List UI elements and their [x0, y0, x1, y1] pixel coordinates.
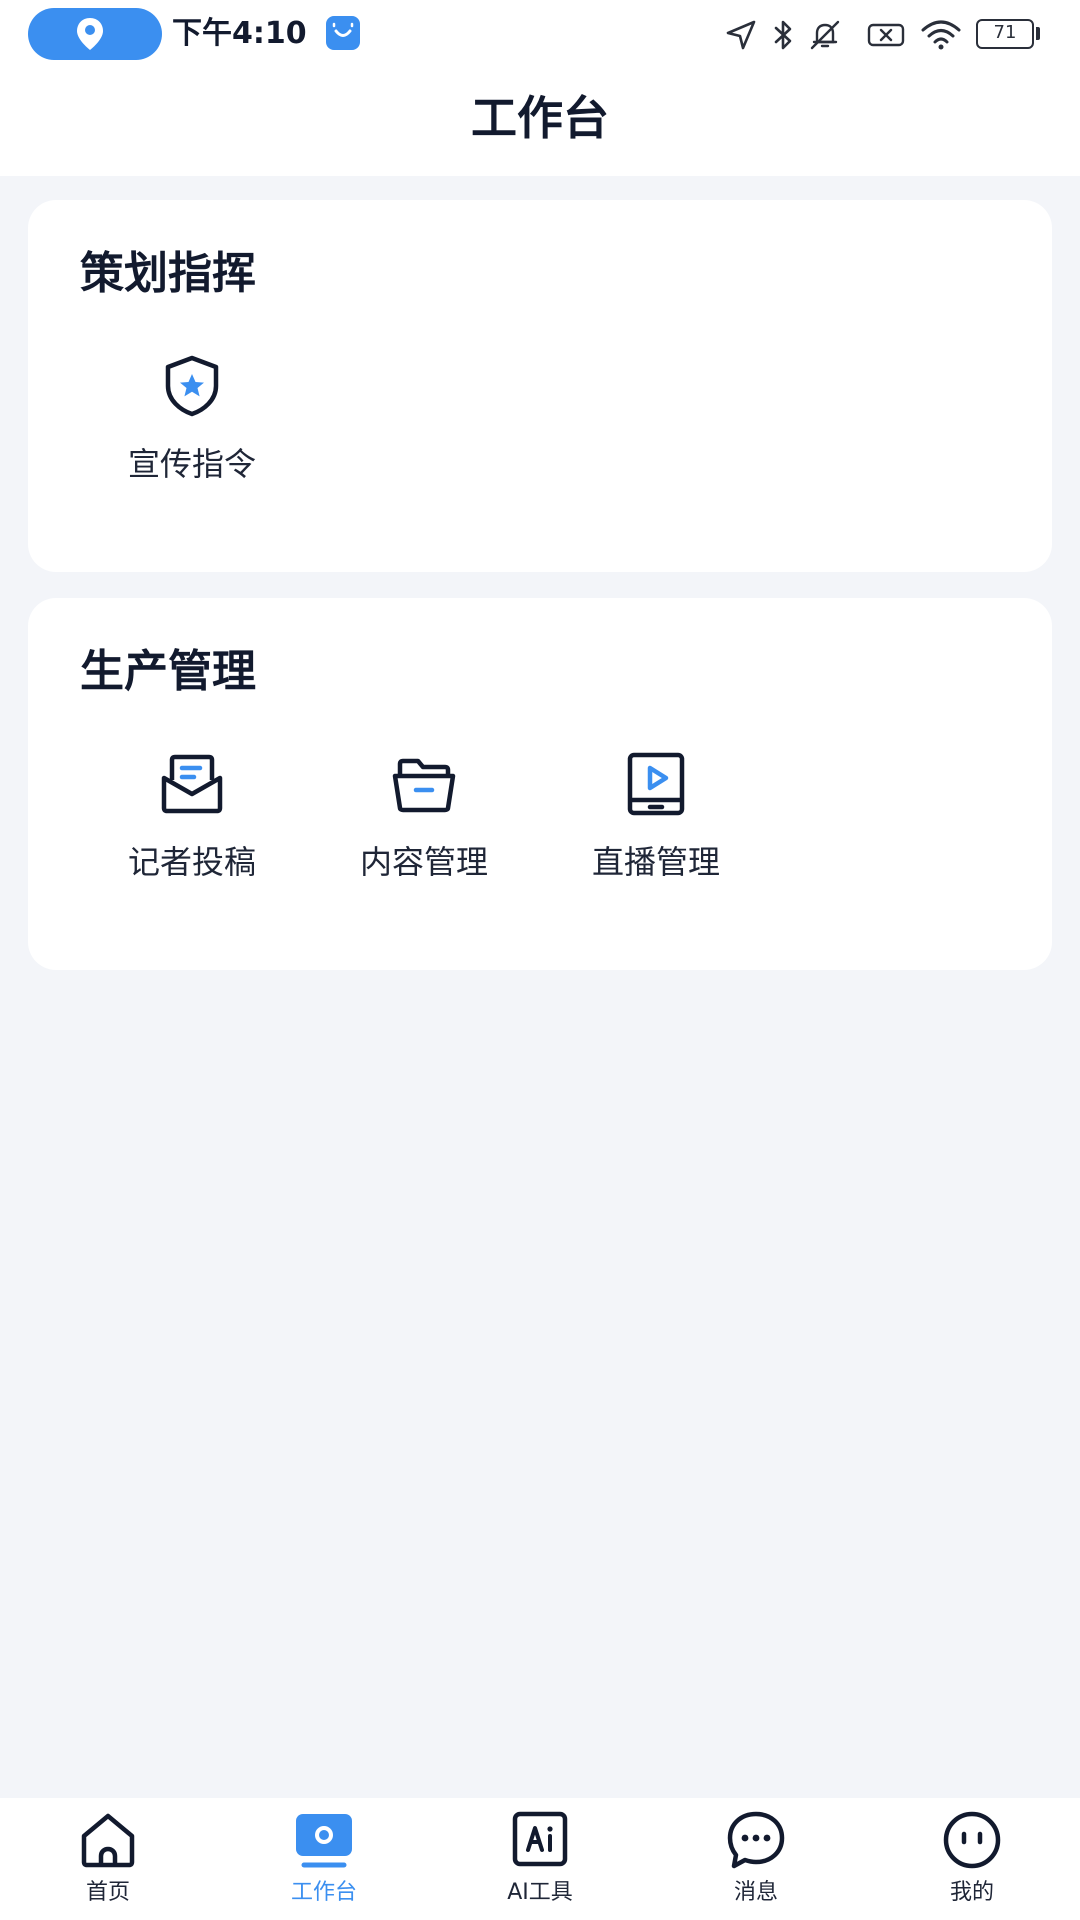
- home-icon: [81, 1813, 135, 1868]
- tool-label: 记者投稿: [127, 843, 256, 881]
- bottom-nav: 首页 工作台 AI工具 消息 我的: [0, 1798, 1080, 1920]
- nav-item-profile[interactable]: 我的: [864, 1798, 1080, 1920]
- section-card-planning: 策划指挥 宣传指令: [28, 200, 1052, 572]
- nav-item-ai-tools[interactable]: AI工具: [432, 1798, 648, 1920]
- envelope-letter-icon: [161, 754, 223, 814]
- app-notification-icon: [326, 16, 360, 50]
- nav-label: 工作台: [290, 1880, 357, 1905]
- profile-face-icon: [943, 1811, 1001, 1869]
- mute-bell-icon: [810, 20, 840, 50]
- sim-x-icon: [867, 23, 905, 47]
- tool-live-management[interactable]: 直播管理: [556, 752, 756, 922]
- battery-icon: 71: [976, 19, 1034, 49]
- tool-content-management[interactable]: 内容管理: [324, 752, 524, 922]
- tool-label: 内容管理: [359, 843, 488, 881]
- nav-label: 首页: [85, 1880, 130, 1905]
- bluetooth-icon: [774, 20, 792, 50]
- tool-reporter-submission[interactable]: 记者投稿: [92, 752, 292, 922]
- tool-label: 直播管理: [591, 843, 720, 881]
- nav-item-workbench[interactable]: 工作台: [216, 1798, 432, 1920]
- nav-label: 我的: [949, 1880, 994, 1905]
- location-pin-icon: [77, 18, 103, 50]
- workbench-icon: [296, 1814, 352, 1868]
- header: 工作台: [0, 70, 1080, 176]
- nav-label: AI工具: [507, 1880, 573, 1905]
- battery-tip: [1036, 27, 1040, 40]
- chat-bubble-icon: [727, 1811, 785, 1869]
- tool-publicity-directive[interactable]: 宣传指令: [92, 354, 292, 524]
- status-time: 下午4:10: [172, 16, 307, 51]
- location-pill[interactable]: [28, 8, 162, 60]
- wifi-icon: [921, 20, 961, 50]
- shield-star-icon: [165, 355, 219, 417]
- section-card-production: 生产管理 记者投稿 内容管理 直播管理: [28, 598, 1052, 970]
- status-bar: 下午4:10 71: [0, 0, 1080, 70]
- navigation-arrow-icon: [726, 20, 756, 50]
- page-title: 工作台: [471, 91, 609, 145]
- tablet-play-icon: [627, 752, 685, 816]
- ai-icon: [512, 1811, 568, 1867]
- battery-level: 71: [993, 22, 1017, 43]
- nav-label: 消息: [733, 1880, 778, 1905]
- tool-label: 宣传指令: [127, 445, 256, 483]
- section-title: 策划指挥: [80, 248, 256, 299]
- nav-item-home[interactable]: 首页: [0, 1798, 216, 1920]
- section-title: 生产管理: [80, 646, 256, 697]
- nav-item-messages[interactable]: 消息: [648, 1798, 864, 1920]
- folder-icon: [392, 758, 456, 813]
